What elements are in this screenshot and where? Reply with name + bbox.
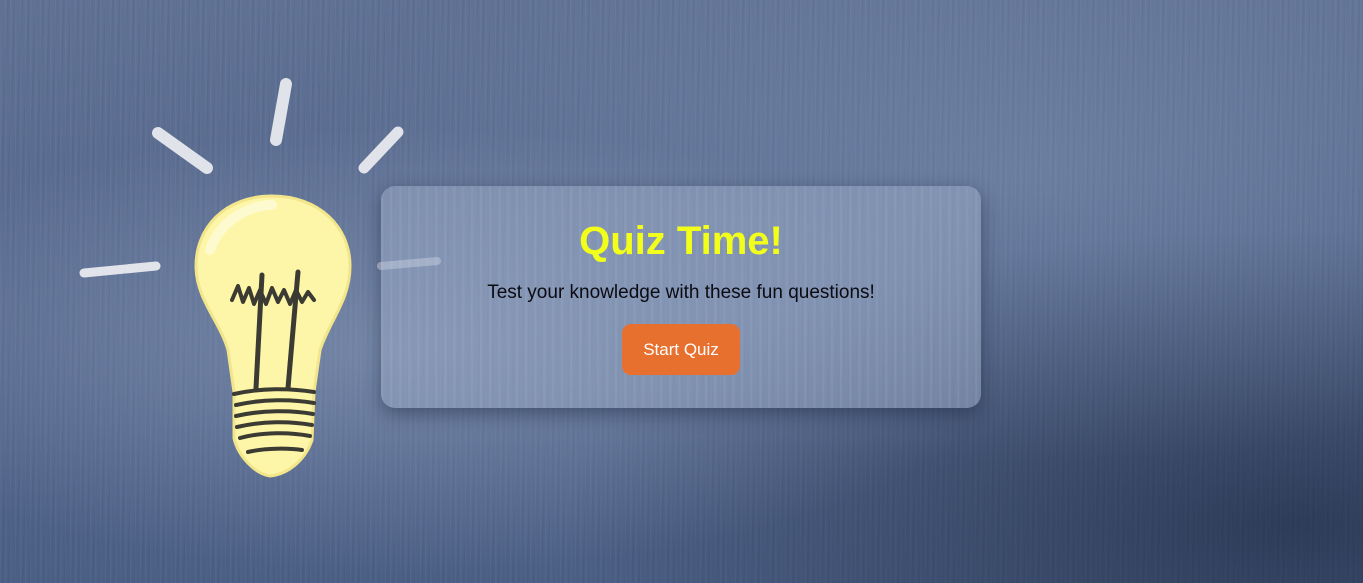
quiz-title: Quiz Time! (579, 219, 783, 263)
quiz-subtitle: Test your knowledge with these fun quest… (487, 282, 875, 303)
lightbulb-icon (194, 194, 352, 478)
quiz-card: Quiz Time! Test your knowledge with thes… (381, 186, 981, 408)
start-quiz-button[interactable]: Start Quiz (622, 324, 740, 375)
